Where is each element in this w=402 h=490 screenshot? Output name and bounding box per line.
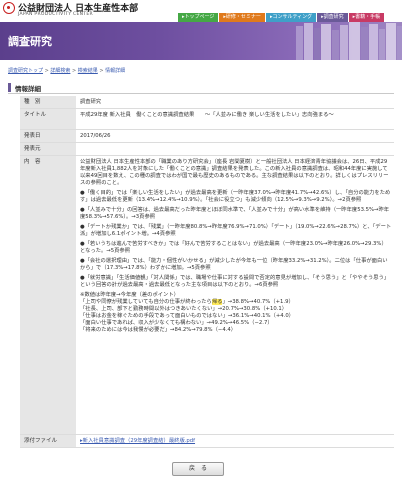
attachment-value: ▸新入社員意識調査（29年度調査結）最終版.pdf	[78, 435, 394, 448]
nav-item-4[interactable]: ▸書籍・手帳	[348, 13, 385, 22]
content-point-5: ●「会社の選択理由」では、「能力・個性がいかせる」が減少したが今年も一位（昨年度…	[80, 258, 388, 271]
site-header: 公益財団法人 日本生産性本部 JAPAN PRODUCTIVITY CENTER…	[0, 0, 402, 22]
row-category: 種 別 調査研究	[20, 96, 394, 109]
content-value: 公益財団法人 日本生産性本部の「職業のあり方研究会」（座長 岩間夏樹）と一般社団…	[78, 156, 394, 337]
breadcrumb-research-top[interactable]: 調査研究トップ	[8, 68, 43, 74]
row-date: 発表日 2017/06/26	[20, 130, 394, 143]
breadcrumb: 調査研究トップ > 詳細検索 > 検索結果 > 情報詳細	[8, 68, 126, 74]
section-title: 情報詳細	[15, 85, 41, 93]
back-button[interactable]: 戻 る	[172, 462, 224, 476]
attachment-pdf-link[interactable]: ▸新入社員意識調査（29年度調査結）最終版.pdf	[80, 438, 195, 444]
content-point-1: ●「働く目的」では「楽しい生活をしたい」が過去最高を更新（一昨年度37.0%→昨…	[80, 190, 391, 203]
row-attachment: 添付ファイル ▸新入社員意識調査（29年度調査結）最終版.pdf	[20, 435, 394, 448]
source-value	[78, 143, 394, 149]
nav-item-1[interactable]: ▸研修・セミナー	[219, 13, 265, 22]
list-item: 「社長、上司、部下と勤務時間以外はつきあいたくない」→20.7%→30.8%（+…	[80, 306, 288, 312]
list-item: 「仕事はお金を稼ぐための手段であって面白いものではない」→36.1%→40.1%…	[80, 313, 294, 319]
content-point-3: ●「デートか残業か」では、「残業」（一昨年度80.8%→昨年度76.9%→71.…	[80, 224, 392, 237]
list-item: 「上司や同僚が残業していても自分の仕事が終わったら帰る」→38.8%→40.7%…	[80, 299, 294, 305]
date-value: 2017/06/26	[80, 133, 111, 139]
org-name-en: JAPAN PRODUCTIVITY CENTER	[18, 12, 93, 17]
jpc-logo-icon[interactable]	[3, 2, 15, 14]
attachment-label: 添付ファイル	[20, 435, 76, 447]
row-content: 内 容 公益財団法人 日本生産性本部の「職業のあり方研究会」（座長 岩間夏樹）と…	[20, 156, 394, 435]
content-point-4: ●「若いうちは進んで苦労すべきか」では「好んで苦労することはない」が過去最高（一…	[80, 241, 387, 254]
source-label: 発表元	[20, 143, 76, 155]
title-value: 平成29年度 新入社員 働くことの意識調査結果 ～「人並みに働き 楽しい生活をし…	[80, 112, 334, 118]
highlight-text: 帰る	[211, 299, 223, 305]
global-nav: ▸トップページ ▸研修・セミナー ▸コンサルティング ▸調査研究 ▸書籍・手帳	[178, 13, 385, 22]
content-point-6: ●「就労意識」「生活価値観」「対人関係」では、職場や仕事に対する設問で否定的意見…	[80, 275, 390, 288]
nav-item-0[interactable]: ▸トップページ	[178, 13, 219, 22]
banner-title: 調査研究	[8, 35, 52, 48]
breadcrumb-search-results[interactable]: 検索結果	[78, 68, 98, 74]
books-image	[296, 22, 402, 60]
section-marker-icon	[8, 83, 11, 92]
date-label: 発表日	[20, 130, 76, 142]
content-label: 内 容	[20, 156, 76, 434]
row-source: 発表元	[20, 143, 394, 156]
breadcrumb-current: 情報詳細	[105, 68, 126, 74]
row-title: タイトル 平成29年度 新入社員 働くことの意識調査結果 ～「人並みに働き 楽し…	[20, 109, 394, 130]
content-point-2: ●「人並みで十分」の回答は、過去最高だった昨年度とほぼ同水準で、「人並みで十分」…	[80, 207, 390, 220]
title-label: タイトル	[20, 109, 76, 129]
category-label: 種 別	[20, 96, 76, 108]
nav-item-3[interactable]: ▸調査研究	[317, 13, 348, 22]
page-banner: 調査研究	[0, 22, 402, 60]
category-value: 調査研究	[80, 99, 102, 105]
content-list-head: ※数値は昨年度→今年度（差のポイント）	[80, 292, 179, 298]
section-heading: 情報詳細	[8, 82, 394, 94]
nav-item-2[interactable]: ▸コンサルティング	[265, 13, 317, 22]
list-item: 「将来のためには今は我慢が必要だ」→84.2%→79.8%（−4.4）	[80, 327, 237, 333]
breadcrumb-detail-search[interactable]: 詳細検索	[50, 68, 70, 74]
list-item: 「面白い仕事であれば、収入が少なくても構わない」→49.2%→46.5%（−2.…	[80, 320, 273, 326]
content-intro: 公益財団法人 日本生産性本部の「職業のあり方研究会」（座長 岩間夏樹）と一般社団…	[80, 159, 389, 186]
